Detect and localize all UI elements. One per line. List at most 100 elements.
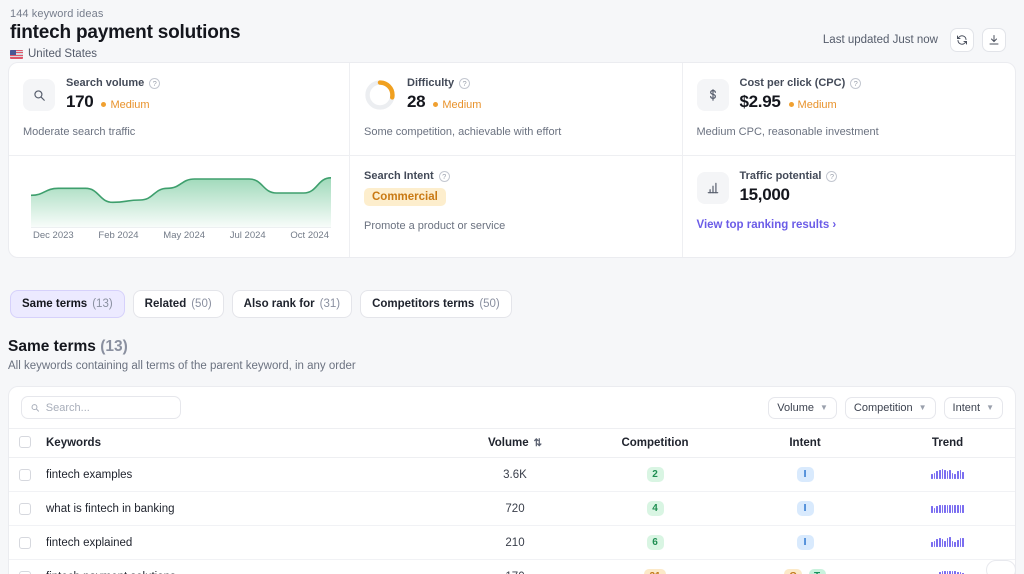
- last-updated-label: Last updated Just now: [822, 34, 938, 46]
- area-chart-svg: [31, 172, 331, 228]
- search-box[interactable]: [21, 396, 181, 419]
- cell-keyword: fintech payment solutions: [9, 559, 450, 574]
- cell-trend: [880, 491, 1015, 526]
- section-count: (13): [100, 338, 128, 355]
- x-tick: May 2024: [163, 230, 206, 241]
- country-label: United States: [28, 48, 98, 60]
- filter-intent[interactable]: Intent ▼: [943, 396, 1003, 419]
- tab-also-rank-for[interactable]: Also rank for (31): [231, 290, 353, 318]
- metric-search-volume: Search volume ? 170 Medium Moderate sear…: [9, 63, 350, 156]
- row-checkbox[interactable]: [19, 536, 31, 549]
- magnifier-icon: [23, 79, 55, 111]
- keyword-group-tabs: Same terms (13) Related (50) Also rank for (3…: [0, 258, 1024, 318]
- trend-sparkline: [931, 502, 964, 513]
- help-icon[interactable]: ?: [438, 170, 450, 182]
- col-trend[interactable]: Trend: [880, 428, 1015, 458]
- metric-traffic-potential: Traffic potential ? 15,000 View top rank…: [683, 156, 1016, 257]
- search-intent-pill: Commercial: [364, 188, 446, 206]
- cell-trend: [880, 525, 1015, 560]
- table-toolbar: Volume ▼ Competition ▼ Intent ▼: [9, 387, 1015, 428]
- difficulty-desc: Some competition, achievable with effort: [364, 126, 562, 138]
- refresh-icon: [957, 35, 967, 45]
- col-volume[interactable]: Volume ⇅: [450, 428, 580, 458]
- filter-volume[interactable]: Volume ▼: [768, 396, 837, 419]
- x-tick: Oct 2024: [290, 230, 329, 241]
- table-row[interactable]: fintech explained 210 6 I: [9, 525, 1015, 560]
- intent-badges: CT: [730, 569, 880, 574]
- sort-arrows-icon: ⇅: [533, 437, 543, 449]
- table-row[interactable]: what is fintech in banking 720 4 I: [9, 491, 1015, 526]
- cell-keyword: fintech explained: [9, 525, 450, 560]
- table-head: Keywords Volume ⇅ Competition Intent Tren…: [9, 428, 1015, 458]
- keyword-explorer-page: 144 keyword ideas fintech payment soluti…: [0, 0, 1024, 574]
- cell-volume: 720: [450, 491, 580, 526]
- row-checkbox[interactable]: [19, 570, 31, 574]
- keyword-text: what is fintech in banking: [46, 502, 175, 515]
- view-top-ranking-results-link[interactable]: View top ranking results ›: [697, 219, 837, 231]
- cell-intent: I: [730, 525, 880, 560]
- row-checkbox[interactable]: [19, 468, 31, 481]
- trend-sparkline: [931, 536, 964, 547]
- intent-badges: I: [730, 535, 880, 550]
- status-dot-icon: [788, 102, 794, 107]
- col-volume-label: Volume: [487, 436, 529, 449]
- table-row[interactable]: fintech payment solutions17031CT: [9, 559, 1015, 574]
- cell-intent: I: [730, 491, 880, 526]
- traffic-potential-value: 15,000: [739, 185, 791, 204]
- difficulty-label: Difficulty: [407, 77, 455, 89]
- cell-keyword: fintech examples: [9, 457, 450, 492]
- floating-action-button[interactable]: [986, 560, 1016, 574]
- tab-count: (50): [479, 298, 500, 310]
- refresh-button[interactable]: [950, 28, 974, 52]
- page-header: 144 keyword ideas fintech payment soluti…: [0, 0, 1024, 62]
- tab-same-terms[interactable]: Same terms (13): [10, 290, 125, 318]
- cpc-tag: Medium: [788, 99, 837, 111]
- keywords-table-card: Volume ▼ Competition ▼ Intent ▼ Keywords Volu…: [8, 386, 1016, 574]
- help-icon[interactable]: ?: [459, 77, 471, 89]
- traffic-potential-label: Traffic potential: [739, 170, 822, 182]
- metric-cpc: Cost per click (CPC) ? $2.95 Medium Medi…: [682, 63, 1015, 156]
- intent-badges: I: [730, 467, 880, 482]
- col-keywords[interactable]: Keywords: [9, 428, 450, 458]
- tab-count: (31): [319, 298, 341, 310]
- cell-trend: [880, 457, 1015, 492]
- help-icon[interactable]: ?: [850, 77, 862, 89]
- metrics-panel: Search volume ? 170 Medium Moderate sear…: [8, 62, 1016, 258]
- metric-label: Difficulty ?: [407, 77, 481, 89]
- tab-label: Competitors terms: [372, 298, 475, 310]
- col-competition[interactable]: Competition: [580, 428, 730, 458]
- x-tick: Jul 2024: [229, 230, 266, 241]
- tab-related[interactable]: Related (50): [132, 290, 224, 318]
- cpc-label: Cost per click (CPC): [739, 77, 846, 89]
- metric-label: Cost per click (CPC) ?: [740, 77, 862, 89]
- select-all-checkbox[interactable]: [19, 436, 31, 448]
- difficulty-tag: Medium: [433, 99, 481, 111]
- tab-competitors-terms[interactable]: Competitors terms (50): [360, 290, 512, 318]
- intent-badge: I: [796, 501, 814, 516]
- keyword-text: fintech explained: [46, 536, 133, 549]
- trend-sparkline: [931, 570, 964, 574]
- competition-badge: 6: [646, 535, 664, 550]
- search-volume-desc: Moderate search traffic: [23, 126, 136, 138]
- tab-count: (13): [92, 298, 113, 310]
- cell-competition: 6: [580, 525, 730, 560]
- x-tick: Feb 2024: [98, 230, 139, 241]
- download-button[interactable]: [982, 28, 1006, 52]
- keyword-text: fintech examples: [46, 468, 133, 481]
- help-icon[interactable]: ?: [149, 77, 161, 89]
- help-icon[interactable]: ?: [826, 170, 838, 182]
- intent-badge: I: [796, 467, 814, 482]
- cell-competition: 2: [580, 457, 730, 492]
- us-flag-icon: [10, 49, 23, 59]
- table-row[interactable]: fintech examples 3.6K 2 I: [9, 457, 1015, 492]
- download-icon: [989, 35, 999, 45]
- search-input[interactable]: [45, 401, 172, 414]
- row-checkbox[interactable]: [19, 502, 31, 515]
- competition-badge: 4: [646, 501, 664, 516]
- status-dot-icon: [433, 102, 439, 107]
- filter-competition[interactable]: Competition ▼: [844, 396, 936, 419]
- col-intent[interactable]: Intent: [730, 428, 880, 458]
- chevron-down-icon: ▼: [820, 403, 828, 412]
- volume-trend-chart: Dec 2023 Feb 2024 May 2024 Jul 2024 Oct …: [9, 156, 350, 257]
- competition-badge: 31: [644, 569, 666, 574]
